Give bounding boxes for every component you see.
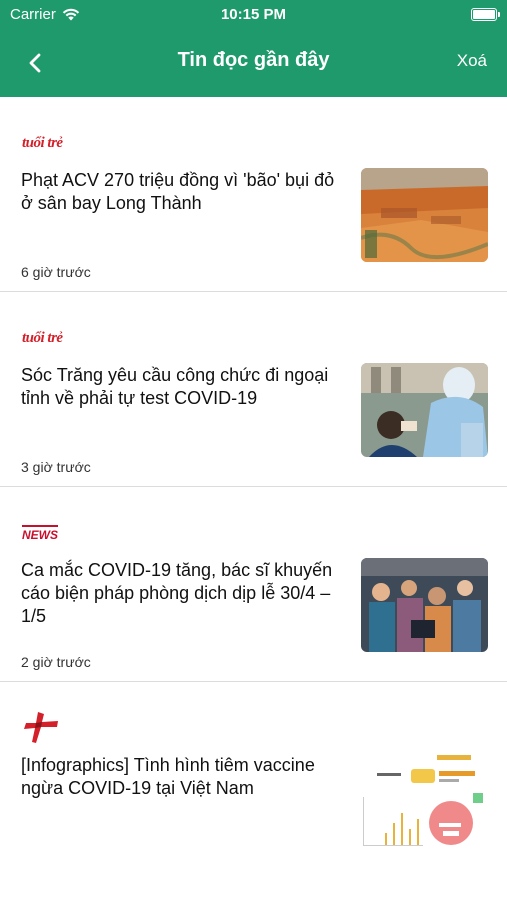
article-list: tuổi trẻ Phạt ACV 270 triệu đồng vì 'bão…	[0, 97, 507, 877]
article-thumbnail	[361, 168, 488, 262]
article-thumbnail	[361, 558, 488, 652]
article-time: 6 giờ trước	[21, 264, 91, 280]
article-item[interactable]: tuổi trẻ Phạt ACV 270 triệu đồng vì 'bão…	[0, 97, 507, 292]
article-title: Ca mắc COVID-19 tăng, bác sĩ khuyến cáo …	[21, 560, 333, 626]
source-logo-tuoitre: tuổi trẻ	[22, 135, 63, 151]
cross-logo-icon	[24, 712, 58, 743]
article-title: Sóc Trăng yêu cầu công chức đi ngoại tỉn…	[21, 365, 329, 408]
nav-bar: Tin đọc gần đây Xoá	[0, 30, 507, 97]
article-time: 2 giờ trước	[21, 654, 91, 670]
status-time: 10:15 PM	[220, 6, 287, 23]
article-thumbnail	[361, 753, 488, 847]
article-item[interactable]: NEWS Ca mắc COVID-19 tăng, bác sĩ khuyến…	[0, 487, 507, 682]
article-item[interactable]: tuổi trẻ Sóc Trăng yêu cầu công chức đi …	[0, 292, 507, 487]
source-logo-news: NEWS	[22, 525, 58, 542]
article-title: [Infographics] Tình hình tiêm vaccine ng…	[21, 755, 315, 798]
battery-icon	[471, 8, 500, 21]
article-title: Phạt ACV 270 triệu đồng vì 'bão' bụi đỏ …	[21, 170, 335, 213]
page-title: Tin đọc gần đây	[177, 49, 330, 71]
article-thumbnail	[361, 363, 488, 457]
source-logo-cross	[22, 712, 62, 743]
status-bar: Carrier 10:15 PM	[0, 0, 507, 30]
source-logo-tuoitre: tuổi trẻ	[22, 330, 63, 346]
clear-button[interactable]: Xoá	[457, 51, 487, 71]
article-item[interactable]: [Infographics] Tình hình tiêm vaccine ng…	[0, 682, 507, 877]
article-time: 3 giờ trước	[21, 459, 91, 475]
